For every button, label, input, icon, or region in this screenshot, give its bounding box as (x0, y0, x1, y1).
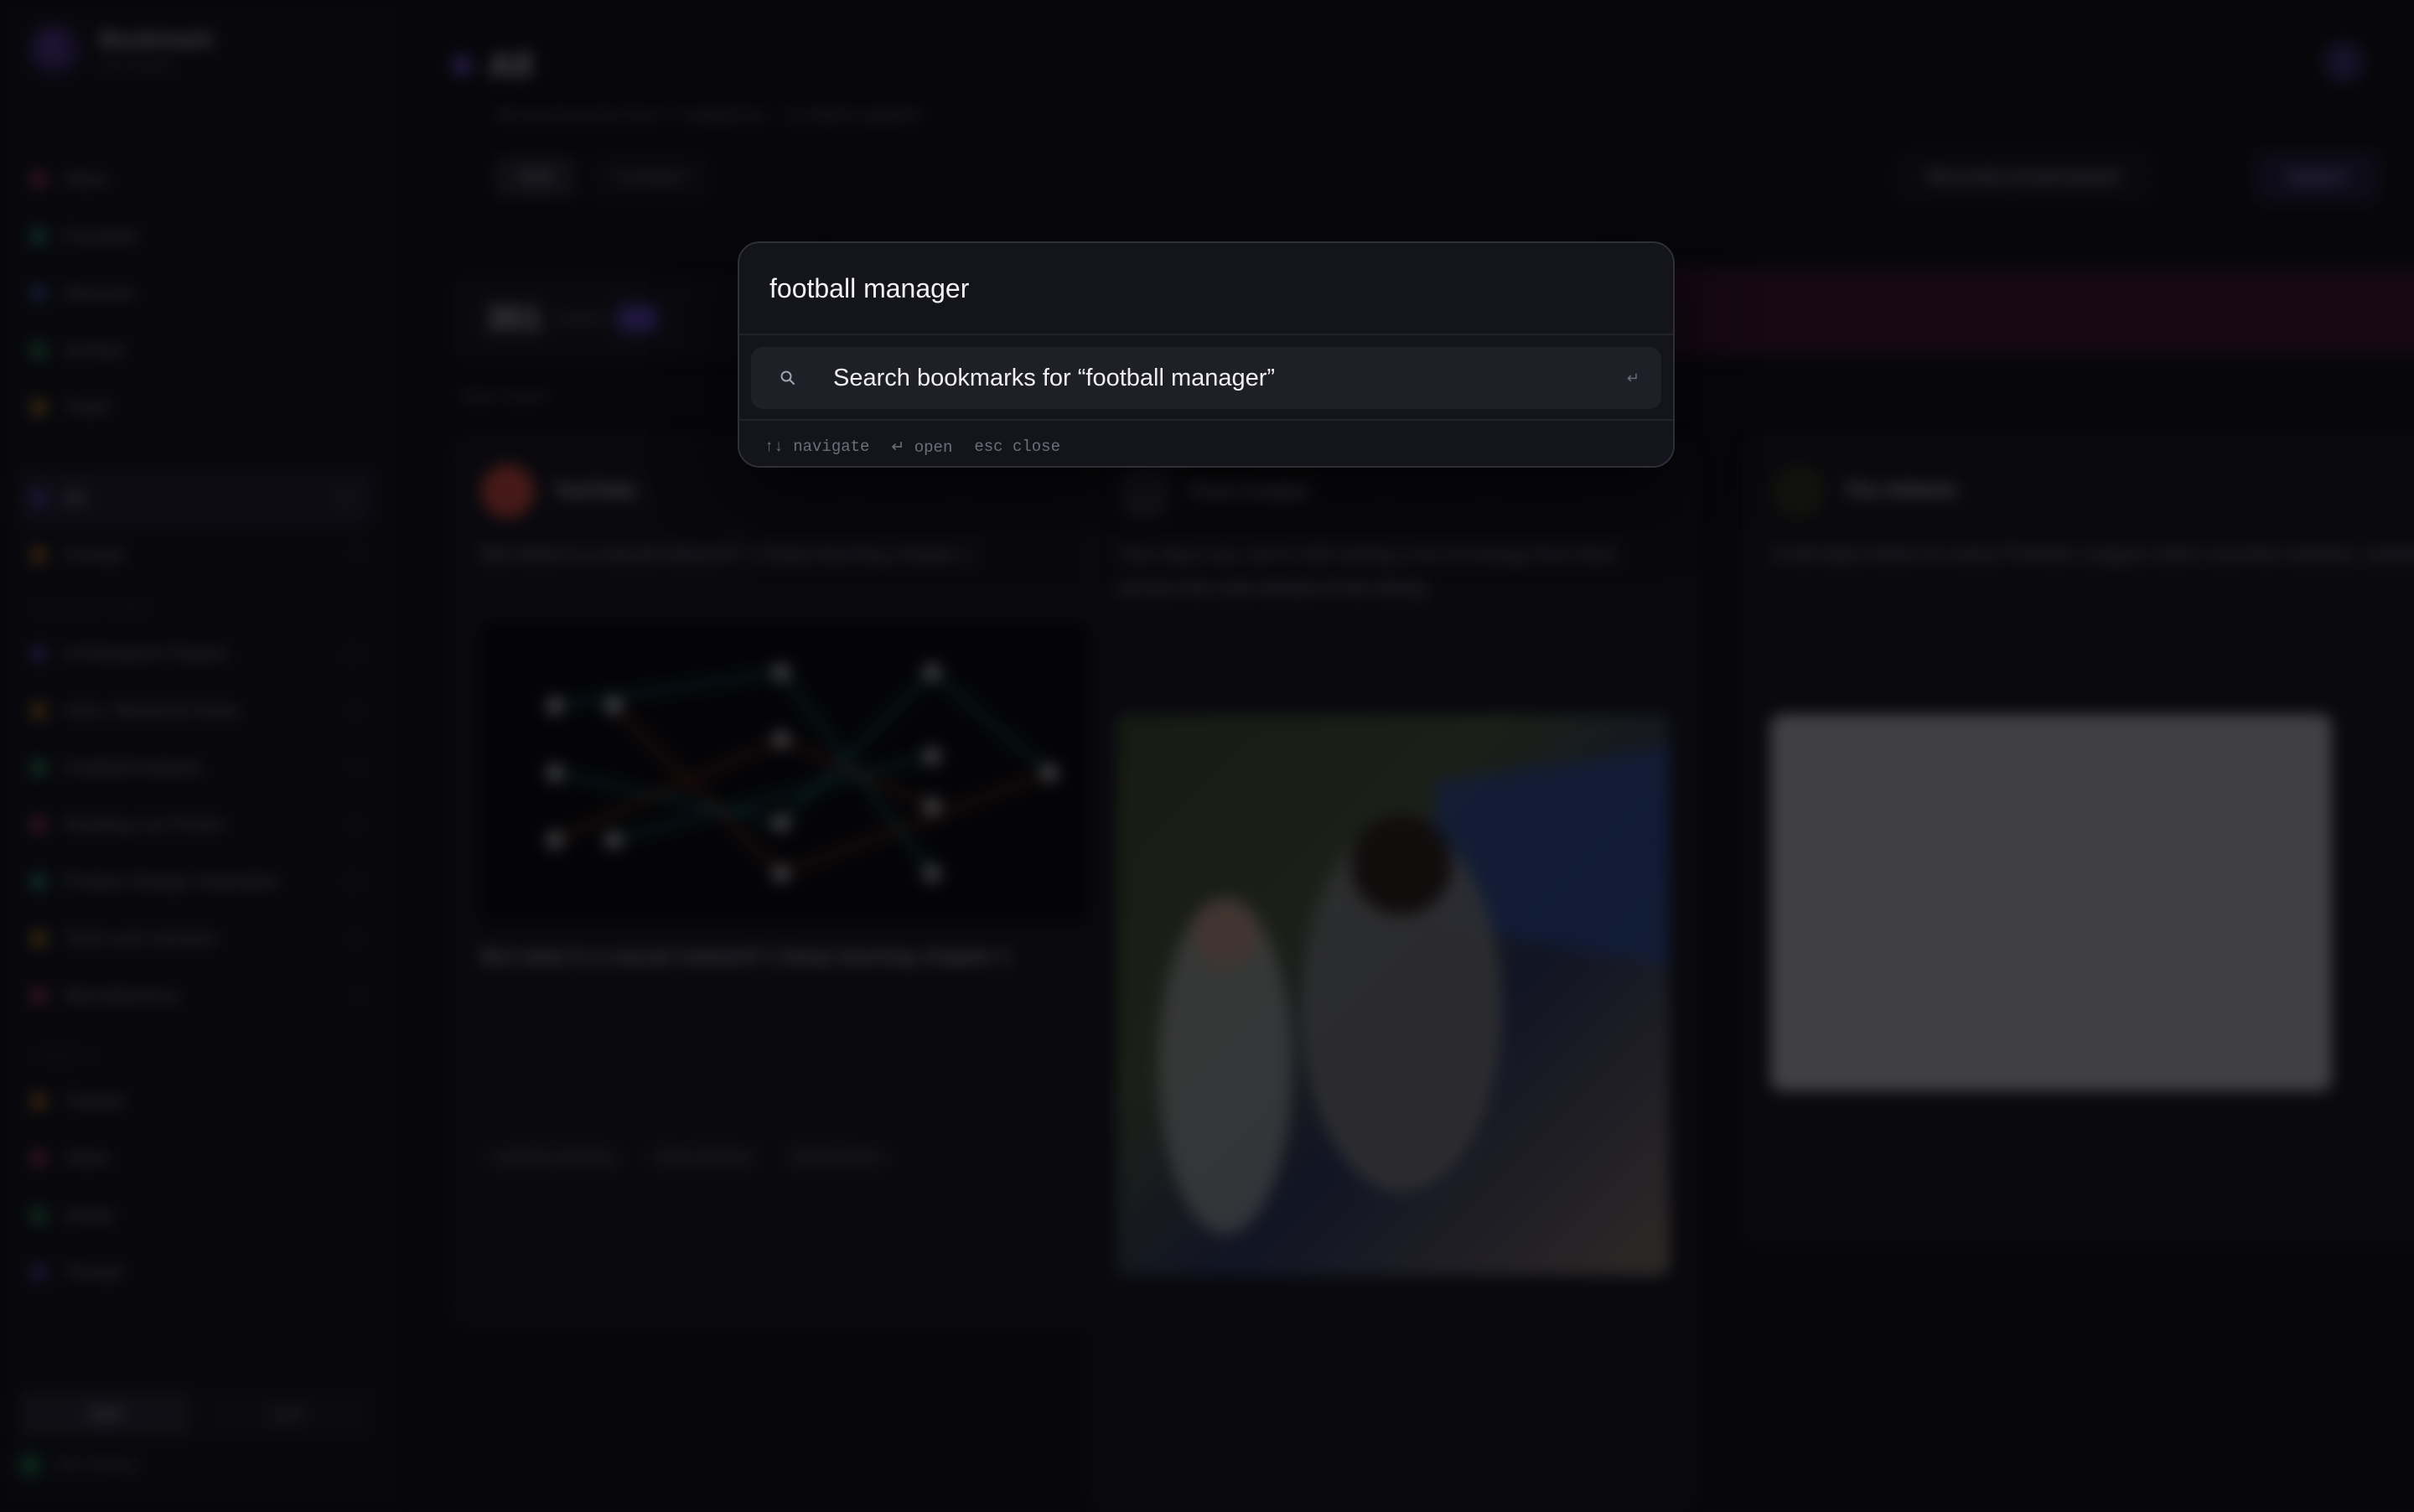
search-result-item[interactable]: Search bookmarks for “football manager” … (751, 347, 1661, 409)
enter-key-icon: ↵ (1626, 369, 1640, 386)
search-input[interactable] (769, 265, 1608, 312)
search-result-label: Search bookmarks for “football manager” (833, 364, 1276, 391)
divider (739, 334, 1673, 335)
hint-open: ↵ open (891, 438, 953, 457)
keyboard-hints: ↑↓ navigate ↵ open esc close (764, 438, 1060, 457)
search-icon (780, 370, 801, 386)
divider (739, 419, 1673, 421)
command-palette: Search bookmarks for “football manager” … (738, 241, 1675, 468)
hint-close: esc close (974, 438, 1060, 456)
hint-navigate: ↑↓ navigate (764, 438, 870, 456)
modal-scrim[interactable] (0, 0, 2414, 1509)
